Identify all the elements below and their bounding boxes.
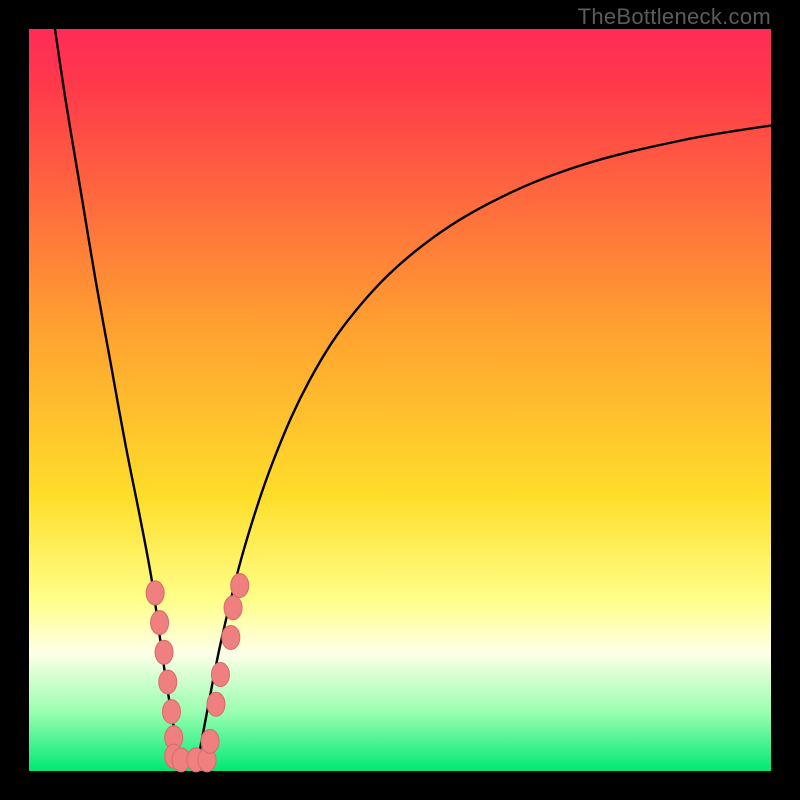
data-marker xyxy=(211,663,229,687)
chart-frame: TheBottleneck.com xyxy=(0,0,800,800)
data-marker xyxy=(146,581,164,605)
data-marker xyxy=(224,596,242,620)
data-marker xyxy=(151,611,169,635)
chart-overlay xyxy=(0,0,800,800)
curve-right xyxy=(196,125,771,771)
data-marker xyxy=(207,692,225,716)
data-marker xyxy=(155,640,173,664)
data-marker xyxy=(231,574,249,598)
data-marker xyxy=(159,670,177,694)
data-marker xyxy=(201,729,219,753)
data-marker xyxy=(222,625,240,649)
data-marker xyxy=(162,700,180,724)
markers-group xyxy=(146,574,249,772)
